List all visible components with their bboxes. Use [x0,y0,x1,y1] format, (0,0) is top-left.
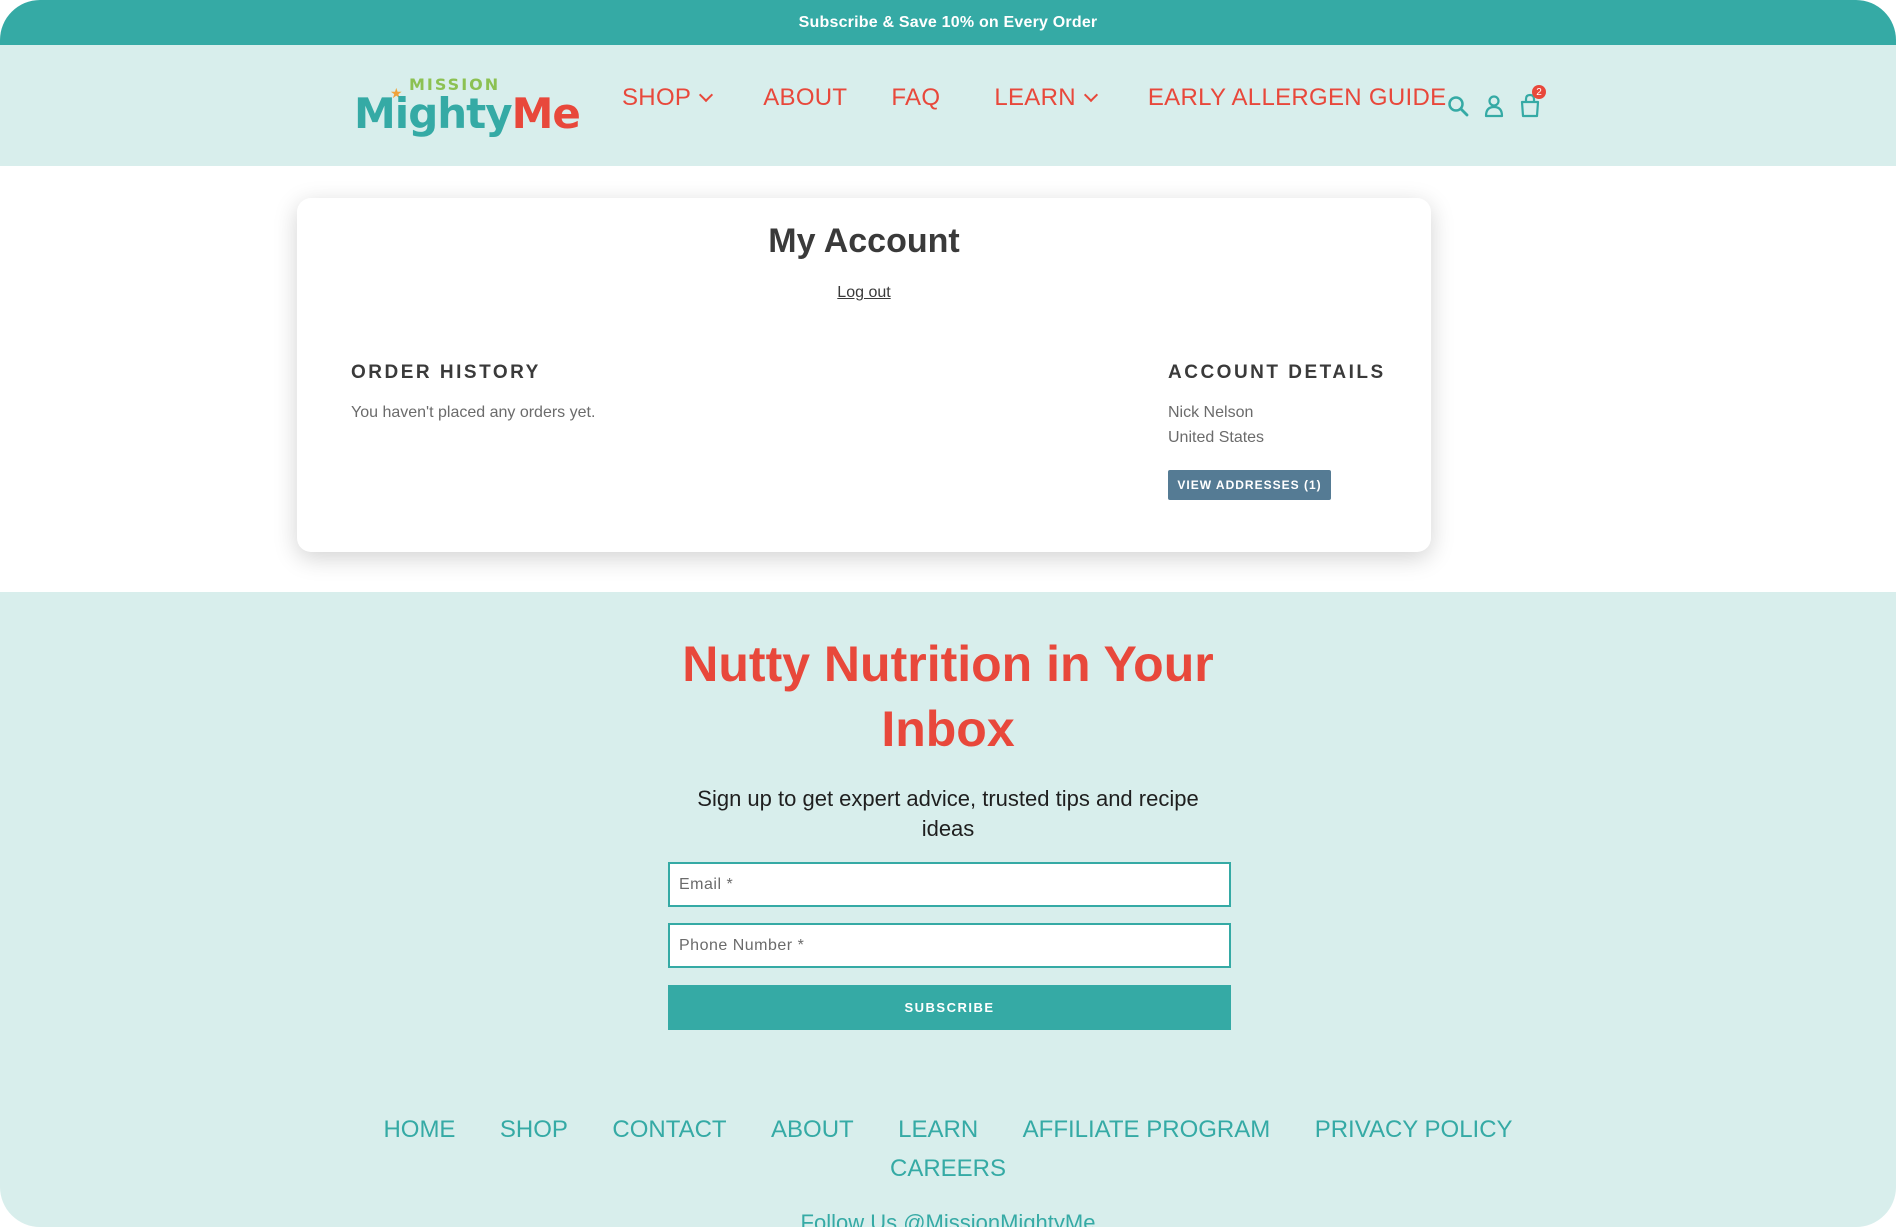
cart-count-badge: 2 [1532,85,1546,99]
nav-about[interactable]: ABOUT [763,84,847,112]
newsletter-title: Nutty Nutrition in Your Inbox [682,636,1214,757]
chevron-down-icon [1083,87,1098,103]
account-name: Nick Nelson [1168,404,1254,421]
nav-early-allergen-guide-label: EARLY ALLERGEN GUIDE [1147,84,1447,111]
footer-link-home[interactable]: HOME [383,1112,455,1148]
announcement-bar[interactable]: Subscribe & Save 10% on Every Order [0,0,1896,45]
footer-link-contact[interactable]: CONTACT [612,1112,726,1148]
header-icons: 2 [1446,85,1554,119]
nav-shop-label: SHOP [622,84,692,111]
account-country: United States [1168,429,1265,446]
nav-learn-label: LEARN [994,84,1076,111]
footer-link-about[interactable]: ABOUT [771,1112,854,1148]
order-history-heading: ORDER HISTORY [351,362,541,383]
logo[interactable]: MISSION ★ MightyMe [354,75,581,145]
account-card: My Account Log out ORDER HISTORY You hav… [297,198,1431,552]
footer-link-careers[interactable]: CAREERS [890,1151,1006,1187]
nav-early-allergen-guide[interactable]: EARLY ALLERGEN GUIDE [1148,84,1447,112]
phone-input[interactable] [668,923,1231,968]
page: Subscribe & Save 10% on Every Order MISS… [0,0,1896,1227]
email-input[interactable] [668,862,1231,907]
account-details-heading: ACCOUNT DETAILS [1168,362,1386,383]
footer-link-privacy-policy[interactable]: PRIVACY POLICY [1315,1112,1513,1148]
search-button[interactable] [1446,91,1470,119]
logo-me: Me [511,89,581,138]
footer-link-learn[interactable]: LEARN [898,1112,978,1148]
site-header: MISSION ★ MightyMe SHOP ABOUT FAQ LEARN … [0,45,1896,166]
logout-link[interactable]: Log out [837,284,890,301]
logo-wordmark: MightyMe [354,89,581,138]
footer-link-affiliate-program[interactable]: AFFILIATE PROGRAM [1023,1112,1271,1148]
cart-button[interactable]: 2 [1518,85,1546,119]
view-addresses-button[interactable]: VIEW ADDRESSES (1) [1168,470,1331,500]
chevron-down-icon [699,87,714,103]
nav-faq[interactable]: FAQ [891,84,940,112]
footer-link-shop[interactable]: SHOP [500,1112,568,1148]
user-icon [1484,95,1504,118]
page-title: My Account [768,222,960,260]
search-icon [1448,96,1469,117]
subscribe-button[interactable]: SUBSCRIBE [668,985,1231,1030]
logout-row: Log out [297,284,1431,302]
follow-us-link[interactable]: Follow Us @MissionMightyMe [0,1210,1896,1227]
nav-faq-label: FAQ [891,84,941,111]
logo-mighty: Mighty [354,89,513,138]
nav-about-label: ABOUT [763,84,848,111]
nav-learn[interactable]: LEARN [994,84,1098,112]
nav-shop[interactable]: SHOP [622,84,714,112]
main-nav: SHOP ABOUT FAQ LEARN EARLY ALLERGEN GUID… [622,83,1446,113]
newsletter-subtitle: Sign up to get expert advice, trusted ti… [697,786,1199,841]
account-button[interactable] [1482,91,1506,119]
announcement-text: Subscribe & Save 10% on Every Order [798,13,1098,31]
order-history-empty-text: You haven't placed any orders yet. [351,404,596,421]
newsletter-footer: Nutty Nutrition in Your Inbox Sign up to… [0,592,1896,1227]
footer-links: HOME SHOP CONTACT ABOUT LEARN AFFILIATE … [340,1112,1556,1190]
